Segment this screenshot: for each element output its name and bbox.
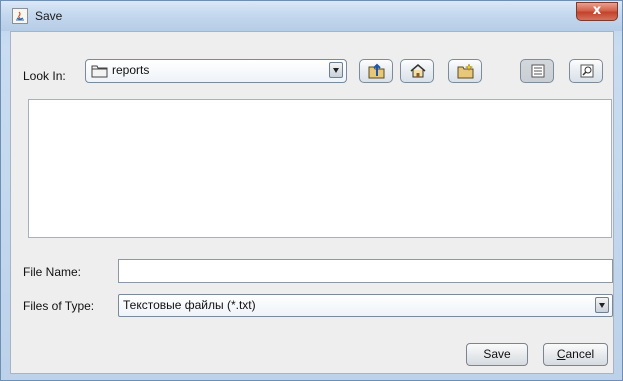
title-bar[interactable]: Save x: [1, 1, 622, 31]
new-folder-button[interactable]: [448, 59, 482, 83]
dialog-content: Look In: reports File Name: Files of Typ…: [10, 31, 614, 374]
close-icon: x: [592, 3, 602, 18]
cancel-label: ancel: [565, 347, 595, 361]
home-button[interactable]: [400, 59, 434, 83]
files-of-type-combo[interactable]: Текстовые файлы (*.txt): [118, 294, 613, 317]
list-view-icon: [531, 64, 545, 78]
look-in-combo[interactable]: reports: [85, 59, 347, 83]
list-view-button[interactable]: [520, 59, 554, 83]
file-name-label: File Name:: [23, 265, 82, 279]
window-title: Save: [35, 9, 63, 23]
details-view-button[interactable]: [569, 59, 603, 83]
look-in-label: Look In:: [23, 69, 66, 83]
chevron-down-icon[interactable]: [595, 297, 609, 313]
cancel-button[interactable]: Cancel: [543, 343, 608, 366]
details-view-icon: [580, 64, 594, 78]
files-of-type-label: Files of Type:: [23, 299, 95, 313]
save-button[interactable]: Save: [466, 343, 528, 366]
look-in-value: reports: [112, 63, 150, 77]
save-dialog-window: Save x Look In: reports File Name: Files…: [0, 0, 623, 381]
home-icon: [410, 64, 426, 78]
files-of-type-value: Текстовые файлы (*.txt): [123, 298, 256, 312]
chevron-down-icon[interactable]: [329, 62, 343, 78]
folder-icon: [91, 63, 109, 82]
file-list[interactable]: [28, 99, 612, 238]
close-button[interactable]: x: [576, 2, 618, 21]
file-name-input[interactable]: [118, 259, 613, 283]
up-one-level-icon: [368, 63, 385, 79]
new-folder-icon: [457, 63, 474, 79]
java-app-icon: [12, 8, 28, 24]
up-one-level-button[interactable]: [359, 59, 393, 83]
